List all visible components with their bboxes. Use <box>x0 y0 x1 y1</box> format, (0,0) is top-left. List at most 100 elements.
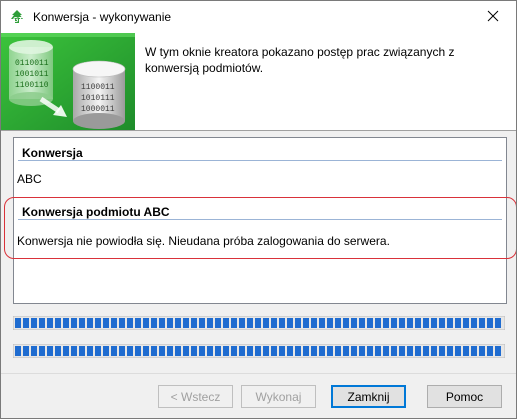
title-bar: GT Konwersja - wykonywanie <box>1 1 516 33</box>
svg-text:1100110: 1100110 <box>15 81 49 90</box>
progress-segment <box>311 318 317 328</box>
execute-button[interactable]: Wykonaj <box>241 385 316 408</box>
progress-segment <box>31 318 37 328</box>
svg-text:1100011: 1100011 <box>81 83 115 92</box>
close-window-button[interactable] <box>470 1 516 33</box>
progress-segment <box>55 318 61 328</box>
progress-segment <box>319 318 325 328</box>
progress-segment <box>199 318 205 328</box>
progress-segment <box>415 318 421 328</box>
progress-segment <box>287 346 293 356</box>
progress-segment <box>383 346 389 356</box>
progress-segment <box>47 318 53 328</box>
progress-segment <box>423 318 429 328</box>
progress-segment <box>391 346 397 356</box>
progress-segment <box>127 346 133 356</box>
progress-segment <box>119 346 125 356</box>
progress-segment <box>279 318 285 328</box>
progress-segment <box>231 346 237 356</box>
progress-segment <box>263 318 269 328</box>
progress-segment <box>367 318 373 328</box>
help-button[interactable]: Pomoc <box>427 385 502 408</box>
progress-segment <box>31 346 37 356</box>
progress-segment <box>311 346 317 356</box>
header-description: W tym oknie kreatora pokazano postęp pra… <box>145 45 455 75</box>
progress-segment <box>295 346 301 356</box>
progress-segment <box>175 346 181 356</box>
progress-segment <box>119 318 125 328</box>
progress-segment <box>487 346 493 356</box>
svg-text:1001011: 1001011 <box>15 70 49 79</box>
progress-segment <box>479 318 485 328</box>
progress-segment <box>159 346 165 356</box>
progress-segment <box>223 346 229 356</box>
progress-segment <box>247 318 253 328</box>
progress-segment <box>15 346 21 356</box>
progress-segment <box>79 318 85 328</box>
close-button[interactable]: Zamknij <box>331 385 406 408</box>
progress-segment <box>223 318 229 328</box>
source-database-icon: 0110011 1001011 1100110 <box>9 40 53 106</box>
progress-segment <box>255 318 261 328</box>
progress-segment <box>159 318 165 328</box>
progress-segment <box>367 346 373 356</box>
progress-segment <box>391 318 397 328</box>
progress-segment <box>271 318 277 328</box>
svg-text:1000011: 1000011 <box>81 105 115 114</box>
progress-segment <box>463 346 469 356</box>
progress-segment <box>151 318 157 328</box>
section-divider <box>18 160 502 161</box>
progress-segment <box>335 346 341 356</box>
progress-segment <box>63 346 69 356</box>
progress-segment <box>471 346 477 356</box>
progress-segment <box>39 318 45 328</box>
back-button[interactable]: < Wstecz <box>158 385 233 408</box>
progress-segment <box>327 346 333 356</box>
progress-segment <box>279 346 285 356</box>
progress-segment <box>111 346 117 356</box>
progress-segment <box>479 346 485 356</box>
progress-segment <box>87 346 93 356</box>
button-area-separator <box>1 373 516 374</box>
progress-segment <box>127 318 133 328</box>
progress-segment <box>143 346 149 356</box>
progress-segment <box>191 318 197 328</box>
progress-segment <box>271 346 277 356</box>
progress-segment <box>335 318 341 328</box>
progress-segment <box>303 346 309 356</box>
progress-segment <box>351 346 357 356</box>
progress-segment <box>167 318 173 328</box>
window-title: Konwersja - wykonywanie <box>33 10 172 24</box>
progress-segment <box>447 346 453 356</box>
progress-segment <box>495 318 501 328</box>
app-gt-icon: GT <box>9 9 25 25</box>
progress-segment <box>47 346 53 356</box>
wizard-window: GT Konwersja - wykonywanie 0110011 10010… <box>0 0 517 419</box>
progress-segment <box>439 318 445 328</box>
progress-segment <box>183 346 189 356</box>
progress-segment <box>375 346 381 356</box>
progress-segment <box>399 318 405 328</box>
progress-segment <box>383 318 389 328</box>
progress-segment <box>455 346 461 356</box>
progress-segment <box>431 318 437 328</box>
progress-segment <box>463 318 469 328</box>
progress-segment <box>143 318 149 328</box>
section-text-conversion: ABC <box>17 172 42 186</box>
progress-segment <box>255 346 261 356</box>
progress-segment <box>351 318 357 328</box>
progress-segment <box>103 318 109 328</box>
progress-segment <box>375 318 381 328</box>
progress-segment <box>247 346 253 356</box>
database-conversion-banner: 0110011 1001011 1100110 1100011 1010111 … <box>1 33 135 130</box>
progress-segment <box>199 346 205 356</box>
svg-text:GT: GT <box>13 17 23 24</box>
progress-segment <box>135 318 141 328</box>
progress-bar-current <box>13 344 505 358</box>
progress-segment <box>95 318 101 328</box>
progress-segment <box>183 318 189 328</box>
progress-segment <box>343 346 349 356</box>
progress-segment <box>359 318 365 328</box>
progress-segment <box>439 346 445 356</box>
progress-segment <box>407 346 413 356</box>
